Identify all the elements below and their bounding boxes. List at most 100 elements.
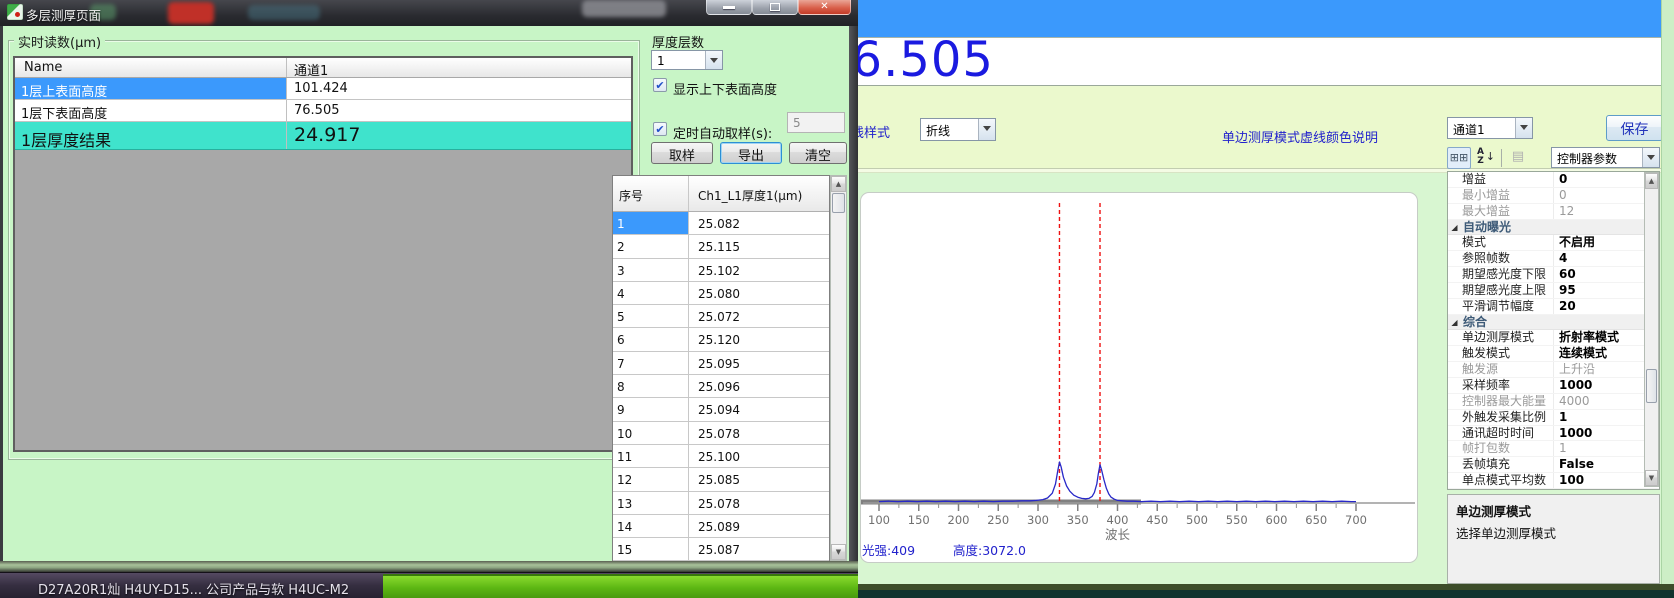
reading-value-cell[interactable]: 101.424 — [287, 78, 631, 99]
reading-name-cell[interactable]: 1层下表面高度 — [15, 100, 287, 121]
big-readout-bottom-row[interactable]: 76.505 — [853, 37, 1663, 85]
sample-index-cell[interactable]: 3 — [613, 259, 689, 281]
sample-row[interactable]: 325.102 — [613, 259, 829, 282]
param-row[interactable]: 平滑调节幅度20 — [1448, 299, 1659, 315]
sample-index-cell[interactable]: 2 — [613, 235, 689, 257]
reading-row[interactable]: 1层厚度结果24.917 — [15, 122, 631, 150]
reading-name-cell[interactable]: 1层上表面高度 — [15, 78, 287, 99]
param-row[interactable]: 采样频率1000 — [1448, 378, 1659, 394]
sample-value-cell[interactable]: 25.120 — [689, 328, 829, 350]
sample-index-cell[interactable]: 9 — [613, 398, 689, 420]
sample-row[interactable]: 425.080 — [613, 282, 829, 305]
sample-value-cell[interactable]: 25.100 — [689, 445, 829, 467]
sample-index-cell[interactable]: 15 — [613, 538, 689, 560]
sample-row[interactable]: 1125.100 — [613, 445, 829, 468]
reading-value-cell[interactable]: 76.505 — [287, 100, 631, 121]
thickness-layers-select[interactable]: 1 — [651, 50, 723, 70]
reading-row[interactable]: 1层上表面高度101.424 — [15, 78, 631, 100]
sample-row[interactable]: 1425.089 — [613, 515, 829, 538]
scroll-up-button[interactable]: ▲ — [831, 176, 846, 192]
param-row[interactable]: 单边测厚模式折射率模式 — [1448, 330, 1659, 346]
show-surface-checkbox[interactable]: ✔ — [653, 78, 667, 92]
param-row[interactable]: 期望感光度上限95 — [1448, 283, 1659, 299]
sample-index-cell[interactable]: 14 — [613, 515, 689, 537]
sample-value-cell[interactable]: 25.102 — [689, 259, 829, 281]
param-row[interactable]: 增益0 — [1448, 172, 1659, 188]
sample-index-cell[interactable]: 7 — [613, 352, 689, 374]
param-row[interactable]: 模式不启用 — [1448, 235, 1659, 251]
reading-row[interactable]: 1层下表面高度76.505 — [15, 100, 631, 122]
sample-index-cell[interactable]: 10 — [613, 422, 689, 444]
sample-value-cell[interactable]: 25.080 — [689, 282, 829, 304]
scroll-down-button[interactable]: ▼ — [1645, 470, 1658, 486]
sample-value-cell[interactable]: 25.082 — [689, 212, 829, 234]
param-row[interactable]: 帧打包数1 — [1448, 441, 1659, 457]
export-button[interactable]: 导出 — [720, 142, 782, 164]
reading-value-cell[interactable]: 24.917 — [287, 122, 631, 149]
sample-value-cell[interactable]: 25.078 — [689, 492, 829, 514]
param-group-select[interactable]: 控制器参数 — [1551, 147, 1660, 168]
param-row[interactable]: 触发源上升沿 — [1448, 362, 1659, 378]
param-row[interactable]: 外触发采集比例1 — [1448, 410, 1659, 426]
param-row[interactable]: 通讯超时时间1000 — [1448, 426, 1659, 442]
param-row[interactable]: 丢帧填充False — [1448, 457, 1659, 473]
sample-row[interactable]: 1025.078 — [613, 422, 829, 445]
sample-index-cell[interactable]: 4 — [613, 282, 689, 304]
scroll-up-button[interactable]: ▲ — [1645, 173, 1658, 189]
sample-index-cell[interactable]: 5 — [613, 305, 689, 327]
sample-index-cell[interactable]: 1 — [613, 212, 689, 234]
sample-row[interactable]: 625.120 — [613, 328, 829, 351]
param-row[interactable]: 控制器最大能量4000 — [1448, 394, 1659, 410]
sample-index-cell[interactable]: 6 — [613, 328, 689, 350]
close-button[interactable]: ✕ — [798, 0, 851, 15]
sample-value-cell[interactable]: 25.078 — [689, 422, 829, 444]
samples-scrollbar[interactable]: ▲ ▼ — [830, 175, 847, 561]
sample-row[interactable]: 1225.085 — [613, 468, 829, 491]
collapse-icon[interactable]: ◢ — [1448, 220, 1461, 235]
sample-row[interactable]: 525.072 — [613, 305, 829, 328]
sample-value-cell[interactable]: 25.089 — [689, 515, 829, 537]
param-category-row[interactable]: ◢自动曝光 — [1448, 220, 1659, 236]
sample-value-cell[interactable]: 25.087 — [689, 538, 829, 560]
sample-row[interactable]: 725.095 — [613, 352, 829, 375]
channel-select[interactable]: 通道1 — [1447, 117, 1533, 139]
sample-index-cell[interactable]: 13 — [613, 492, 689, 514]
categorized-view-button[interactable]: ⊞⊞ — [1447, 147, 1471, 169]
collapse-icon[interactable]: ◢ — [1448, 315, 1461, 330]
sample-value-cell[interactable]: 25.115 — [689, 235, 829, 257]
sample-row[interactable]: 1525.087 — [613, 538, 829, 561]
param-row[interactable]: 最大增益12 — [1448, 204, 1659, 220]
property-grid-scrollbar[interactable]: ▲ ▼ — [1644, 172, 1659, 487]
column-header-channel1[interactable]: 通道1 — [287, 58, 631, 77]
sample-value-cell[interactable]: 25.095 — [689, 352, 829, 374]
minimize-button[interactable] — [706, 0, 752, 15]
sample-row[interactable]: 125.082 — [613, 212, 829, 235]
auto-sample-interval-input[interactable]: 5 — [787, 112, 845, 133]
param-row[interactable]: 触发模式连续模式 — [1448, 346, 1659, 362]
sample-row[interactable]: 1325.078 — [613, 492, 829, 515]
curve-style-select[interactable]: 折线 — [920, 118, 996, 141]
sample-button[interactable]: 取样 — [651, 142, 713, 164]
sample-index-cell[interactable]: 12 — [613, 468, 689, 490]
param-row[interactable]: 参照帧数4 — [1448, 251, 1659, 267]
param-category-row[interactable]: ◢综合 — [1448, 315, 1659, 331]
param-row[interactable]: 单点模式平均数100 — [1448, 473, 1659, 489]
sample-value-cell[interactable]: 25.096 — [689, 375, 829, 397]
param-row[interactable]: 期望感光度下限60 — [1448, 267, 1659, 283]
reading-name-cell[interactable]: 1层厚度结果 — [15, 122, 287, 149]
sample-value-cell[interactable]: 25.085 — [689, 468, 829, 490]
scrollbar-thumb[interactable] — [832, 193, 845, 213]
column-header-index[interactable]: 序号 — [613, 176, 689, 211]
sample-index-cell[interactable]: 11 — [613, 445, 689, 467]
clear-button[interactable]: 清空 — [789, 142, 847, 164]
column-header-thickness[interactable]: Ch1_L1厚度1(μm) — [689, 176, 829, 211]
auto-sample-checkbox[interactable]: ✔ — [653, 122, 667, 136]
scrollbar-thumb[interactable] — [1646, 369, 1657, 403]
sample-row[interactable]: 925.094 — [613, 398, 829, 421]
sample-row[interactable]: 825.096 — [613, 375, 829, 398]
property-pages-button[interactable]: ▤ — [1506, 147, 1530, 169]
alphabetical-sort-button[interactable]: AZ ↓ — [1473, 147, 1497, 169]
maximize-button[interactable] — [752, 0, 798, 15]
save-button[interactable]: 保存 — [1606, 115, 1663, 141]
param-row[interactable]: 最小增益0 — [1448, 188, 1659, 204]
